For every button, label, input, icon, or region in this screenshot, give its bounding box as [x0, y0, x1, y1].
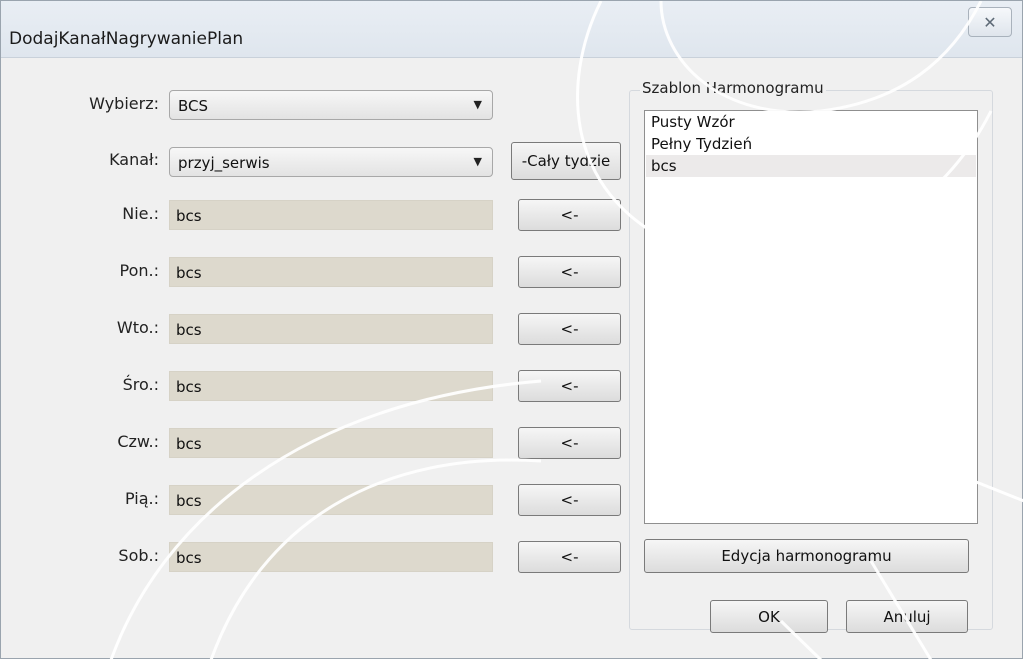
copy-button-czw[interactable]: <- [518, 427, 621, 459]
list-item-pelny-tydzien[interactable]: Pełny Tydzień [646, 133, 976, 155]
title-bar[interactable]: DodajKanałNagrywaniePlan ✕ [1, 1, 1022, 58]
day-label-pia: Pią.: [124, 489, 159, 508]
template-listbox[interactable]: Pusty Wzór Pełny Tydzień bcs [644, 110, 978, 524]
day-label-nie: Nie.: [122, 204, 159, 223]
day-field-pon[interactable]: bcs [169, 257, 493, 287]
kanal-combobox[interactable]: przyj_serwis ▼ [169, 147, 493, 177]
day-label-sro: Śro.: [122, 375, 159, 394]
kanal-label: Kanał: [109, 150, 159, 169]
wybierz-value: BCS [178, 97, 209, 115]
day-value: bcs [176, 549, 202, 567]
day-value: bcs [176, 378, 202, 396]
day-value: bcs [176, 207, 202, 225]
list-item-pusty-wzor[interactable]: Pusty Wzór [646, 111, 976, 133]
copy-button-nie[interactable]: <- [518, 199, 621, 231]
day-field-sro[interactable]: bcs [169, 371, 493, 401]
day-value: bcs [176, 321, 202, 339]
wybierz-combobox[interactable]: BCS ▼ [169, 90, 493, 120]
copy-button-pon[interactable]: <- [518, 256, 621, 288]
copy-button-sro[interactable]: <- [518, 370, 621, 402]
copy-button-wto[interactable]: <- [518, 313, 621, 345]
cancel-button[interactable]: Anuluj [846, 600, 968, 633]
edit-schedule-button[interactable]: Edycja harmonogramu [644, 539, 969, 573]
ok-button[interactable]: OK [710, 600, 828, 633]
copy-button-sob[interactable]: <- [518, 541, 621, 573]
day-field-czw[interactable]: bcs [169, 428, 493, 458]
day-field-wto[interactable]: bcs [169, 314, 493, 344]
close-button[interactable]: ✕ [968, 7, 1012, 37]
day-label-czw: Czw.: [117, 432, 159, 451]
chevron-down-icon: ▼ [473, 155, 482, 168]
dialog-window: DodajKanałNagrywaniePlan ✕ Wybierz: BCS … [0, 0, 1023, 660]
chevron-down-icon: ▼ [473, 98, 482, 111]
list-item-bcs[interactable]: bcs [646, 155, 976, 177]
window-title: DodajKanałNagrywaniePlan [9, 29, 244, 49]
day-label-pon: Pon.: [119, 261, 159, 280]
day-field-sob[interactable]: bcs [169, 542, 493, 572]
template-group-title: Szablon Harmonogramu [640, 79, 826, 97]
kanal-value: przyj_serwis [178, 154, 270, 172]
day-field-nie[interactable]: bcs [169, 200, 493, 230]
day-label-sob: Sob.: [118, 546, 159, 565]
dialog-body: Wybierz: BCS ▼ Kanał: przyj_serwis ▼ -Ca… [9, 58, 1022, 658]
whole-week-button[interactable]: -Cały tydzie [511, 142, 621, 180]
day-value: bcs [176, 435, 202, 453]
day-value: bcs [176, 492, 202, 510]
day-field-pia[interactable]: bcs [169, 485, 493, 515]
copy-button-pia[interactable]: <- [518, 484, 621, 516]
close-icon: ✕ [983, 12, 997, 32]
wybierz-label: Wybierz: [89, 94, 159, 113]
day-value: bcs [176, 264, 202, 282]
day-label-wto: Wto.: [116, 318, 159, 337]
